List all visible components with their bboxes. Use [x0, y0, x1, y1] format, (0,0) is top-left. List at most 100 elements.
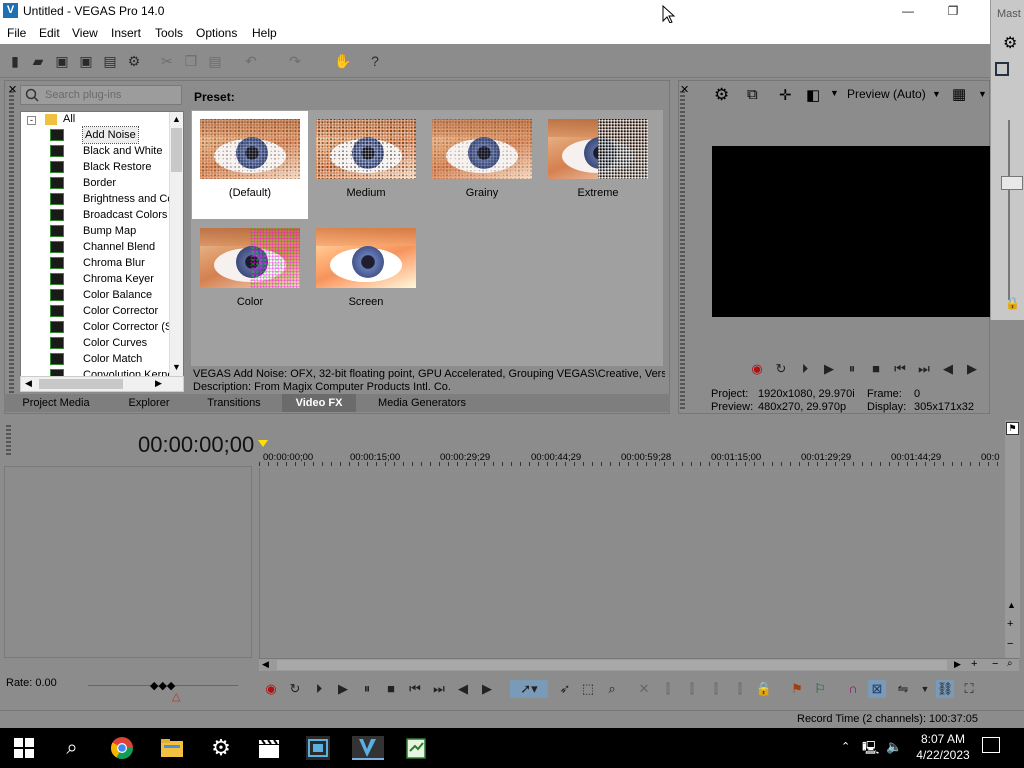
- plugin-tree[interactable]: - All Add Noise Black and White Black Re…: [20, 111, 184, 377]
- stop-icon[interactable]: ■: [382, 680, 400, 698]
- previous-frame-icon[interactable]: ◀: [939, 361, 957, 377]
- scroll-left-icon[interactable]: ◀: [25, 378, 32, 389]
- timeline-horizontal-scrollbar[interactable]: ◀ ▶ + − ⌕: [259, 658, 1019, 671]
- windows-start-icon[interactable]: [12, 736, 36, 760]
- next-frame-icon[interactable]: ▶: [478, 680, 496, 698]
- tab-project-media[interactable]: Project Media: [8, 394, 104, 412]
- loop-playback-icon[interactable]: ↻: [772, 361, 790, 377]
- action-center-icon[interactable]: [982, 737, 1000, 753]
- volume-icon[interactable]: 🔈: [886, 739, 902, 755]
- timeline-gripper[interactable]: [6, 425, 11, 457]
- cursor-marker-icon[interactable]: [258, 440, 268, 447]
- play-icon[interactable]: ▶: [334, 680, 352, 698]
- save-as-icon[interactable]: ▣: [77, 52, 95, 70]
- render-icon[interactable]: ▤: [101, 52, 119, 70]
- pause-icon[interactable]: ⏸: [843, 361, 861, 377]
- preset-medium[interactable]: Medium: [308, 111, 424, 219]
- scroll-right-icon[interactable]: ▶: [155, 378, 162, 389]
- movies-clapper-icon[interactable]: [257, 736, 281, 760]
- chevron-down-icon[interactable]: ▼: [932, 89, 941, 99]
- stop-icon[interactable]: ■: [867, 361, 885, 377]
- previous-frame-icon[interactable]: ◀: [454, 680, 472, 698]
- video-scopes-icon[interactable]: ◧: [806, 86, 820, 104]
- ignore-grouping-icon[interactable]: ⛶: [960, 680, 978, 698]
- tab-transitions[interactable]: Transitions: [194, 394, 274, 412]
- external-monitor-icon[interactable]: ⧉: [747, 86, 758, 103]
- preset-default[interactable]: (Default): [192, 111, 308, 219]
- menu-insert[interactable]: Insert: [111, 26, 141, 40]
- network-icon[interactable]: 🖳: [862, 739, 879, 761]
- overlays-grid-icon[interactable]: ▦: [952, 85, 966, 103]
- help-icon[interactable]: ?: [366, 52, 384, 70]
- scroll-down-icon[interactable]: ▼: [172, 362, 181, 372]
- master-bus-window[interactable]: Mast ⚙ 🔒: [990, 0, 1024, 320]
- restore-button[interactable]: ❐: [938, 2, 968, 20]
- zoom-in-icon[interactable]: +: [1007, 618, 1013, 630]
- trim-start-icon[interactable]: ⫿: [683, 680, 701, 698]
- split-screen-icon[interactable]: ✛: [779, 86, 792, 104]
- scroll-up-icon[interactable]: ▲: [1007, 600, 1016, 610]
- ripple-edit-icon[interactable]: ⇋: [894, 680, 912, 698]
- trim-end-icon[interactable]: ⫿: [707, 680, 725, 698]
- delete-icon[interactable]: ✕: [635, 680, 653, 698]
- insert-marker-icon[interactable]: ⚑: [788, 680, 806, 698]
- tab-explorer[interactable]: Explorer: [110, 394, 188, 412]
- scroll-thumb[interactable]: [39, 379, 123, 389]
- marker-flag-icon[interactable]: ⚑: [1006, 422, 1019, 435]
- scroll-right-icon[interactable]: ▶: [954, 659, 961, 670]
- play-icon[interactable]: ▶: [820, 361, 838, 377]
- chrome-icon[interactable]: [110, 736, 134, 760]
- lock-icon[interactable]: 🔒: [755, 680, 773, 698]
- tree-root-label[interactable]: All: [63, 113, 75, 125]
- track-list[interactable]: [4, 466, 252, 658]
- cut-icon[interactable]: ✂: [158, 52, 176, 70]
- show-hidden-icons-icon[interactable]: ⌃: [841, 740, 850, 753]
- search-input[interactable]: Search plug-ins: [20, 85, 182, 105]
- go-to-end-icon[interactable]: ⏭: [430, 680, 448, 698]
- scroll-up-icon[interactable]: ▲: [172, 114, 181, 124]
- selection-edit-tool-icon[interactable]: ⬚: [579, 680, 597, 698]
- preview-quality-dropdown[interactable]: Preview (Auto): [847, 87, 926, 101]
- record-icon[interactable]: ◉: [262, 680, 280, 698]
- preset-screen[interactable]: Screen: [308, 220, 424, 328]
- preset-color[interactable]: Color: [192, 220, 308, 328]
- close-icon[interactable]: ✕: [680, 83, 689, 96]
- preset-grainy[interactable]: Grainy: [424, 111, 540, 219]
- menu-tools[interactable]: Tools: [155, 26, 183, 40]
- split-icon[interactable]: ⫿: [731, 680, 749, 698]
- copy-icon[interactable]: ❐: [182, 52, 200, 70]
- scroll-thumb[interactable]: [171, 128, 182, 172]
- auto-crossfades-icon[interactable]: ⊠: [868, 680, 886, 698]
- scroll-left-icon[interactable]: ◀: [262, 659, 269, 670]
- tree-horizontal-scrollbar[interactable]: ◀ ▶: [20, 376, 184, 392]
- next-frame-icon[interactable]: ▶: [963, 361, 981, 377]
- new-file-icon[interactable]: ▮: [6, 52, 24, 70]
- collapse-icon[interactable]: -: [27, 116, 36, 125]
- tab-video-fx[interactable]: Video FX: [282, 394, 356, 412]
- clock[interactable]: 8:07 AM 4/22/2023: [905, 731, 981, 763]
- tab-media-generators[interactable]: Media Generators: [362, 394, 482, 412]
- insert-region-icon[interactable]: ⚐: [811, 680, 829, 698]
- snapping-magnet-icon[interactable]: ∩: [844, 680, 862, 698]
- undo-icon[interactable]: ↶: [242, 52, 260, 70]
- chevron-down-icon[interactable]: ▼: [978, 89, 987, 99]
- panel-gripper[interactable]: [680, 91, 685, 411]
- menu-edit[interactable]: Edit: [39, 26, 60, 40]
- normal-edit-tool-icon[interactable]: ➚▾: [510, 680, 548, 698]
- pause-icon[interactable]: ⏸: [358, 680, 376, 698]
- file-explorer-icon[interactable]: [160, 736, 184, 760]
- edit-tool-icon[interactable]: ✋: [334, 52, 352, 70]
- fader-handle[interactable]: [1001, 176, 1023, 190]
- trim-icon[interactable]: ⫿: [659, 680, 677, 698]
- lock-icon[interactable]: 🔒: [1005, 296, 1020, 310]
- zoom-tool-icon[interactable]: ⌕: [1007, 658, 1013, 669]
- zoom-edit-tool-icon[interactable]: ⌕: [603, 680, 621, 698]
- chevron-down-icon[interactable]: ▼: [916, 680, 934, 698]
- envelope-edit-tool-icon[interactable]: ➶: [556, 680, 574, 698]
- timeline-vertical-scrollbar[interactable]: ⚑ ▲ + −: [1005, 420, 1020, 658]
- menu-view[interactable]: View: [72, 26, 98, 40]
- preview-settings-gear-icon[interactable]: ⚙: [714, 85, 729, 105]
- paste-icon[interactable]: ▤: [206, 52, 224, 70]
- loop-playback-icon[interactable]: ↻: [286, 680, 304, 698]
- open-folder-icon[interactable]: ▰: [29, 52, 47, 70]
